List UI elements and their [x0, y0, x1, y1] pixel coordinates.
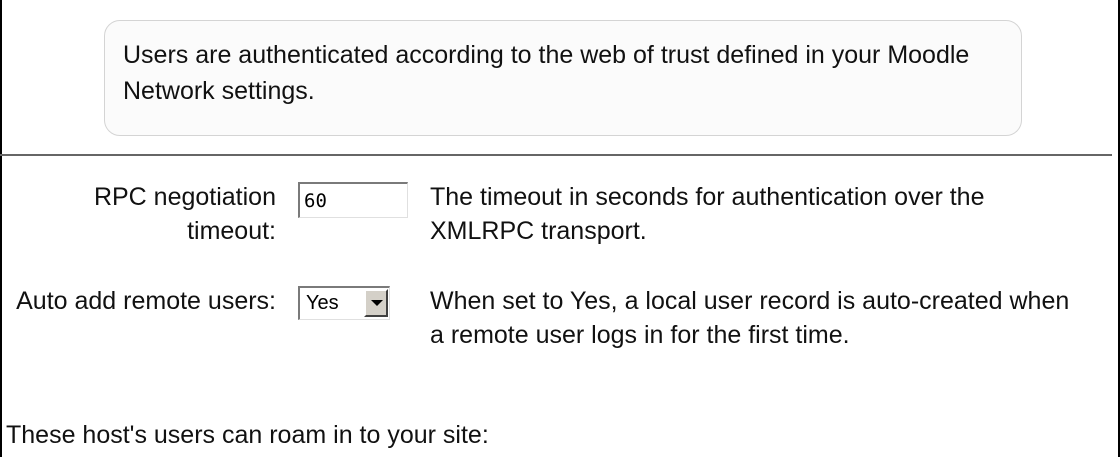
roam-in-heading: These host's users can roam in to your s…	[6, 421, 489, 449]
auth-info-box: Users are authenticated according to the…	[104, 20, 1022, 136]
chevron-down-icon[interactable]	[364, 289, 388, 317]
rpc-timeout-description: The timeout in seconds for authenticatio…	[430, 183, 985, 245]
auto-add-users-description: When set to Yes, a local user record is …	[430, 287, 1070, 349]
setting-row-auto-add-users: Auto add remote users: Yes When set to Y…	[0, 284, 1120, 404]
setting-row-rpc-timeout: RPC negotiation timeout: The timeout in …	[0, 180, 1120, 260]
section-divider	[0, 154, 1112, 156]
rpc-timeout-label: RPC negotiation timeout:	[93, 183, 276, 245]
rpc-timeout-input[interactable]	[298, 182, 408, 218]
auto-add-users-select-value: Yes	[306, 292, 339, 314]
auth-info-text: Users are authenticated according to the…	[123, 41, 970, 105]
auto-add-users-select[interactable]: Yes	[298, 286, 390, 320]
auto-add-users-label: Auto add remote users:	[16, 287, 276, 315]
